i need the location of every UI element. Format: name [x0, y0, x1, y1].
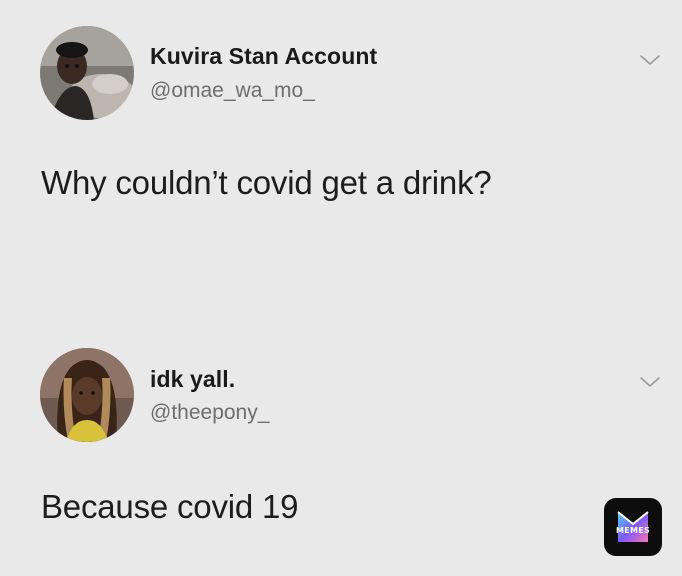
display-name[interactable]: idk yall. — [150, 366, 235, 393]
avatar[interactable] — [40, 26, 134, 120]
tweet-2: idk yall. @theepony_ Because covid 19 — [0, 330, 682, 576]
avatar[interactable] — [40, 348, 134, 442]
memes-label: MEMES — [615, 526, 651, 535]
tweet-1: Kuvira Stan Account @omae_wa_mo_ Why cou… — [0, 0, 682, 290]
avatar-photo — [40, 26, 134, 120]
tweet-text: Why couldn’t covid get a drink? — [41, 164, 492, 201]
display-name[interactable]: Kuvira Stan Account — [150, 43, 377, 70]
chevron-down-icon[interactable] — [638, 52, 662, 68]
user-handle[interactable]: @omae_wa_mo_ — [150, 79, 315, 103]
tweet-text: Because covid 19 — [41, 488, 299, 525]
user-handle[interactable]: @theepony_ — [150, 401, 269, 425]
chevron-down-icon[interactable] — [638, 374, 662, 390]
avatar-photo — [40, 348, 134, 442]
memes-logo: MEMES — [604, 498, 662, 556]
